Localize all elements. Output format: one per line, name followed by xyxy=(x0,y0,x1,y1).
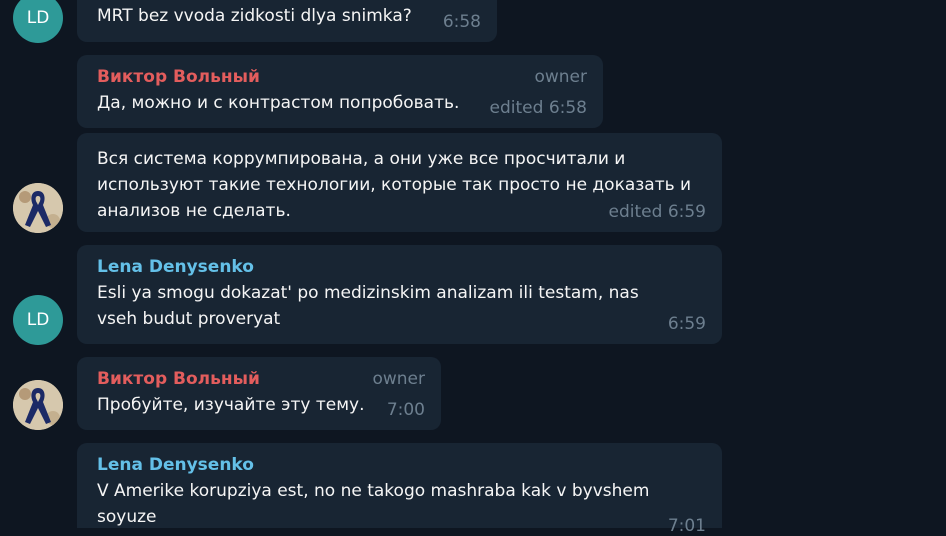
message-text: Esli ya smogu dokazat' po medizinskim an… xyxy=(97,283,639,329)
message-timestamp: 7:00 xyxy=(386,400,425,420)
role-badge: owner xyxy=(534,67,587,87)
message-bubble[interactable]: Виктор Вольный owner Да, можно и с контр… xyxy=(77,55,603,128)
avatar-initials: LD xyxy=(26,310,50,330)
sender-name[interactable]: Виктор Вольный xyxy=(97,366,260,392)
message-text: MRT bez vvoda zidkosti dlya snimka? xyxy=(97,6,412,26)
message-text: V Amerike korupziya est, no ne takogo ma… xyxy=(97,481,650,527)
message-bubble[interactable]: Lena Denysenko Esli ya smogu dokazat' po… xyxy=(77,245,722,344)
message-timestamp: 7:01 xyxy=(667,516,706,536)
message-timestamp: 6:58 xyxy=(442,12,481,32)
sender-name[interactable]: Lena Denysenko xyxy=(97,452,254,478)
message-bubble[interactable]: MRT bez vvoda zidkosti dlya snimka? 6:58 xyxy=(77,0,497,42)
message-timestamp: 6:59 xyxy=(667,314,706,334)
ribbon-icon xyxy=(13,380,63,430)
message-text: Пробуйте, изучайте эту тему. xyxy=(97,395,365,415)
avatar-viktor-volny[interactable] xyxy=(13,183,63,233)
avatar-viktor-volny[interactable] xyxy=(13,380,63,430)
avatar-lena-denysenko[interactable]: LD xyxy=(13,295,63,345)
role-badge: owner xyxy=(372,369,425,389)
message-timestamp: edited 6:58 xyxy=(489,98,587,118)
sender-name[interactable]: Lena Denysenko xyxy=(97,254,254,280)
message-bubble[interactable]: Lena Denysenko V Amerike korupziya est, … xyxy=(77,443,722,536)
ribbon-icon xyxy=(13,183,63,233)
sender-name[interactable]: Виктор Вольный xyxy=(97,64,260,90)
avatar-initials: LD xyxy=(26,8,50,28)
message-bubble[interactable]: Виктор Вольный owner Пробуйте, изучайте … xyxy=(77,357,441,430)
avatar-lena-denysenko[interactable]: LD xyxy=(13,0,63,43)
message-timestamp: edited 6:59 xyxy=(608,202,706,222)
message-bubble[interactable]: Вся система коррумпирована, а они уже вс… xyxy=(77,133,722,232)
